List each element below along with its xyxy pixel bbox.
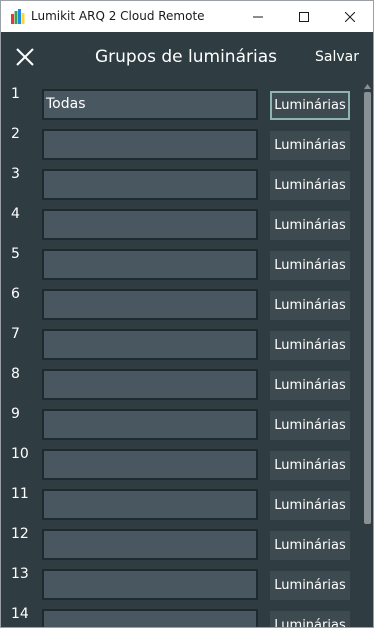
group-name-input[interactable] [42,289,258,320]
luminaires-button[interactable]: Luminárias [270,451,350,480]
luminaires-button[interactable]: Luminárias [270,531,350,560]
group-row: 11 Luminárias [1,482,361,522]
close-x-icon [16,48,34,66]
save-button[interactable]: Salvar [315,46,359,68]
group-name-input[interactable] [42,209,258,240]
group-row: 2 Luminárias [1,122,361,162]
group-row: 13 Luminárias [1,562,361,602]
luminaires-button[interactable]: Luminárias [270,211,350,240]
minimize-icon [253,16,263,17]
group-name-input[interactable] [42,489,258,520]
close-page-button[interactable] [9,41,41,73]
page-title: Grupos de luminárias [94,47,277,67]
group-name-input[interactable]: Todas [42,89,258,120]
group-number: 6 [11,286,20,302]
scrollbar-thumb[interactable] [364,92,371,524]
luminaires-button[interactable]: Luminárias [270,91,350,120]
luminaires-button[interactable]: Luminárias [270,131,350,160]
group-name-input[interactable] [42,249,258,280]
group-row: 1 Todas Luminárias [1,82,361,122]
group-name-input[interactable] [42,449,258,480]
minimize-button[interactable] [235,1,281,32]
group-name-input[interactable] [42,409,258,440]
group-number: 8 [11,366,20,382]
group-number: 10 [11,446,29,462]
group-number: 4 [11,206,20,222]
luminaires-button[interactable]: Luminárias [270,251,350,280]
luminaires-button[interactable]: Luminárias [270,571,350,600]
group-row: 12 Luminárias [1,522,361,562]
group-number: 13 [11,566,29,582]
group-row: 5 Luminárias [1,242,361,282]
title-bar: Lumikit ARQ 2 Cloud Remote [1,1,373,32]
group-number: 12 [11,526,29,542]
group-name-input[interactable] [42,129,258,160]
group-row: 8 Luminárias [1,362,361,402]
group-number: 5 [11,246,20,262]
luminaires-button[interactable]: Luminárias [270,611,350,627]
group-number: 11 [11,486,29,502]
luminaires-button[interactable]: Luminárias [270,171,350,200]
group-number: 1 [11,86,20,102]
group-name-input[interactable] [42,609,258,627]
scroll-up-arrow-icon[interactable] [364,84,371,89]
group-name-input[interactable] [42,569,258,600]
maximize-button[interactable] [281,1,327,32]
group-number: 3 [11,166,20,182]
group-number: 7 [11,326,20,342]
maximize-icon [299,11,309,22]
group-number: 2 [11,126,20,142]
close-icon [345,11,355,22]
group-name-input[interactable] [42,169,258,200]
luminaires-button[interactable]: Luminárias [270,491,350,520]
group-row: 7 Luminárias [1,322,361,362]
luminaires-button[interactable]: Luminárias [270,291,350,320]
group-row: 6 Luminárias [1,282,361,322]
luminaires-button[interactable]: Luminárias [270,411,350,440]
vertical-scrollbar[interactable] [361,82,373,627]
group-row: 14 Luminárias [1,602,361,627]
group-number: 14 [11,606,29,622]
app-window: Lumikit ARQ 2 Cloud Remote Grupos de lum… [0,0,374,628]
app-header: Grupos de luminárias Salvar [1,32,373,82]
group-name-input[interactable] [42,529,258,560]
luminaires-button[interactable]: Luminárias [270,331,350,360]
group-name-input[interactable] [42,329,258,360]
group-row: 4 Luminárias [1,202,361,242]
luminaires-button[interactable]: Luminárias [270,371,350,400]
app-logo-icon [11,9,25,24]
groups-list: 1 Todas Luminárias 2 Luminárias 3 Luminárias 4 L… [1,82,373,627]
group-name-input[interactable] [42,369,258,400]
close-window-button[interactable] [327,1,373,32]
group-row: 9 Luminárias [1,402,361,442]
group-row: 10 Luminárias [1,442,361,482]
group-row: 3 Luminárias [1,162,361,202]
group-number: 9 [11,406,20,422]
window-title: Lumikit ARQ 2 Cloud Remote [31,9,205,23]
